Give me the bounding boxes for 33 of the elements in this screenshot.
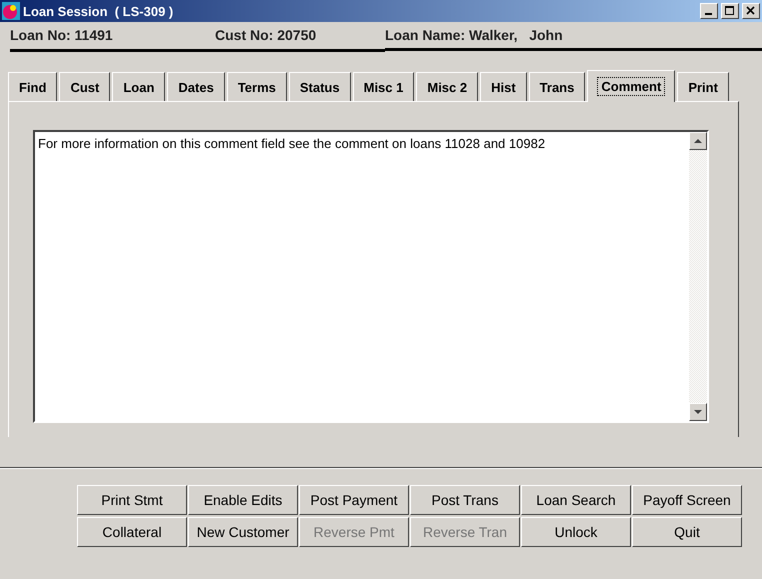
tab[interactable]: Find xyxy=(8,72,58,101)
header-field: Loan Name: Walker, John xyxy=(385,27,563,43)
action-button[interactable]: Payoff Screen xyxy=(632,485,742,515)
tab[interactable]: Status xyxy=(288,72,351,101)
action-button[interactable]: Post Trans xyxy=(410,485,520,515)
header-field: Loan No: 11491 xyxy=(10,27,155,43)
tab[interactable]: Terms xyxy=(226,72,287,101)
tab[interactable]: Loan xyxy=(112,72,166,101)
tab[interactable]: Trans xyxy=(528,72,586,101)
header-field: Cust No: 20750 xyxy=(215,27,385,43)
tab[interactable]: Cust xyxy=(59,72,110,101)
close-icon[interactable] xyxy=(742,3,760,19)
action-button[interactable]: Quit xyxy=(632,517,742,547)
action-button[interactable]: New Customer xyxy=(188,517,298,547)
comment-field[interactable]: For more information on this comment field see the comment on loans 11028 and 10982 xyxy=(33,130,709,423)
maximize-icon[interactable] xyxy=(721,3,739,19)
comment-text: For more information on this comment field see the comment on loans 11028 and 10982 xyxy=(37,135,546,153)
action-button[interactable]: Collateral xyxy=(77,517,187,547)
action-button[interactable]: Enable Edits xyxy=(188,485,298,515)
action-button[interactable]: Unlock xyxy=(521,517,631,547)
minimize-icon[interactable] xyxy=(700,3,718,19)
tab[interactable]: Print xyxy=(677,72,729,101)
window-title: Loan Session ( LS-309 ) xyxy=(23,4,174,18)
tab[interactable]: Hist xyxy=(480,72,527,101)
action-button[interactable]: Post Payment xyxy=(299,485,409,515)
action-button[interactable]: Loan Search xyxy=(521,485,631,515)
tab[interactable]: Misc 2 xyxy=(416,72,478,101)
tab[interactable]: Misc 1 xyxy=(352,72,414,101)
tab[interactable]: Comment xyxy=(587,70,676,102)
app-icon xyxy=(2,2,20,20)
tab[interactable]: Dates xyxy=(167,72,225,101)
action-button[interactable]: Print Stmt xyxy=(77,485,187,515)
scrollbar[interactable] xyxy=(689,132,707,421)
